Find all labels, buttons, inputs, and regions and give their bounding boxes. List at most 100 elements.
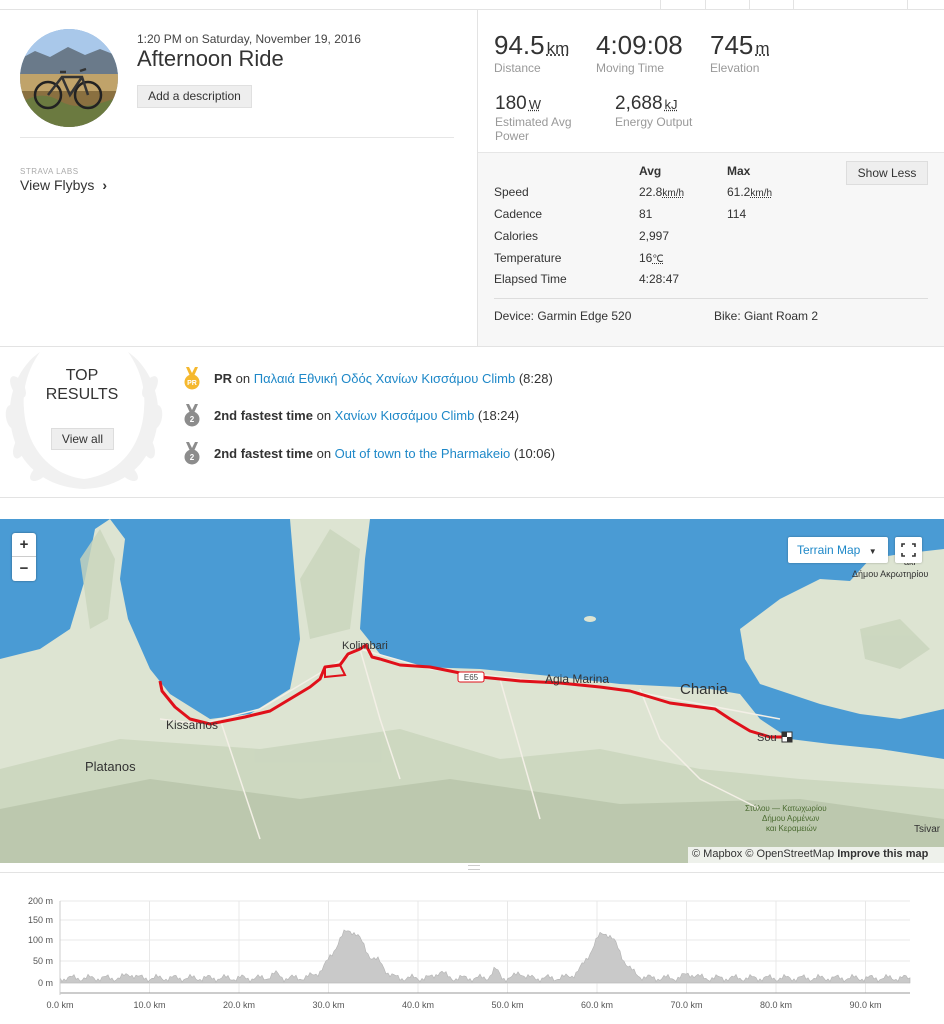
temperature-value: 16 — [639, 251, 653, 265]
result-item: PR on Παλαιά Εθνική Οδός Χανίων Κισσάμου… — [214, 371, 553, 386]
view-flybys-link[interactable]: View Flybys › — [20, 177, 107, 193]
y-tick-label: 0 m — [38, 978, 53, 988]
stat-elevation: 745 m Elevation — [710, 30, 770, 75]
place-kissamos: Kissamos — [166, 718, 218, 732]
elevation-value: 745 — [710, 30, 754, 60]
x-tick-label: 20.0 km — [223, 1000, 255, 1010]
top-results-heading: TOP RESULTS — [20, 366, 144, 404]
moving-time-label: Moving Time — [596, 61, 665, 75]
place-stylos-1: Στύλου — Κατωχωρίου — [745, 804, 827, 813]
silver-medal-icon: 2 — [184, 404, 200, 433]
avg-header: Avg — [639, 164, 662, 178]
view-flybys-label: View Flybys — [20, 177, 95, 193]
speed-avg-value: 22.8 — [639, 185, 663, 199]
energy-label: Energy Output — [615, 115, 693, 129]
cadence-max: 114 — [727, 207, 747, 221]
elapsed-avg: 4:28:47 — [639, 272, 680, 286]
temperature-unit: ℃ — [652, 254, 664, 265]
e65-label: E65 — [464, 673, 479, 682]
silver-medal-text: 2 — [190, 415, 195, 424]
y-tick-label: 150 m — [28, 915, 53, 925]
segment-link[interactable]: Out of town to the Pharmakeio — [335, 446, 511, 461]
place-akrotiri-2: Δήμου Ακρωτηρίου — [852, 569, 928, 579]
resize-handle[interactable] — [468, 865, 480, 870]
improve-map-link[interactable]: Improve this map — [837, 848, 928, 860]
elevation-area — [59, 929, 911, 984]
place-kolimbari: Kolimbari — [342, 640, 388, 652]
route-map[interactable]: E65 Kolimbari Kissamos Platanos Agia Mar… — [0, 519, 944, 863]
stat-power: 180 W Estimated Avg Power — [495, 93, 595, 143]
result-item: 2nd fastest time on Χανίων Κισσάμου Clim… — [214, 408, 519, 423]
caret-down-icon: ▼ — [868, 547, 877, 556]
elevation-unit: m — [755, 39, 770, 58]
temperature-avg: 16℃ — [639, 251, 664, 265]
segment-link[interactable]: Χανίων Κισσάμου Climb — [335, 408, 475, 423]
top-results-line1: TOP — [65, 367, 99, 384]
distance-label: Distance — [494, 61, 541, 75]
place-souda: Sou — [757, 732, 777, 744]
bike-info: Bike: Giant Roam 2 — [714, 309, 819, 323]
zoom-control: + − — [12, 533, 36, 581]
speed-avg: 22.8km/h — [639, 185, 684, 199]
activity-title: Afternoon Ride — [137, 46, 284, 71]
strava-labs-label: STRAVA LABS — [20, 167, 79, 176]
place-stylos-2: Δήμου Αρμένων — [762, 814, 819, 823]
speed-max-value: 61.2 — [727, 185, 751, 199]
speed-max-unit: km/h — [750, 188, 773, 199]
stat-distance: 94.5 km Distance — [494, 30, 569, 75]
elevation-profile[interactable]: 200 m 150 m 100 m 50 m 0 m 0.0 km 10.0 km 20.0… — [0, 885, 944, 1024]
result-on: on — [312, 446, 335, 461]
detail-label-speed: Speed — [494, 185, 529, 199]
result-item: 2nd fastest time on Out of town to the P… — [214, 446, 555, 461]
place-tsivar: Tsivar — [914, 824, 941, 835]
x-tick-label: 60.0 km — [581, 1000, 613, 1010]
stat-moving-time: 4:09:08 Moving Time — [596, 30, 683, 75]
chevron-right-icon: › — [102, 177, 107, 193]
activity-photo[interactable] — [20, 29, 118, 127]
x-tick-label: 10.0 km — [133, 1000, 165, 1010]
elevation-label: Elevation — [710, 61, 760, 75]
silver-medal-icon: 2 — [184, 442, 200, 471]
detail-label-cadence: Cadence — [494, 207, 543, 221]
add-description-button[interactable]: Add a description — [137, 85, 252, 108]
calories-avg: 2,997 — [639, 229, 670, 243]
place-platanos: Platanos — [85, 759, 136, 774]
x-tick-label: 80.0 km — [760, 1000, 792, 1010]
result-on: on — [232, 371, 254, 386]
result-bold: 2nd fastest time — [214, 408, 313, 423]
energy-unit: kJ — [664, 97, 678, 112]
zoom-out-button[interactable]: − — [12, 557, 36, 581]
x-tick-label: 30.0 km — [312, 1000, 344, 1010]
result-time: (18:24) — [474, 408, 520, 423]
x-tick-label: 50.0 km — [491, 1000, 523, 1010]
activity-datetime: 1:20 PM on Saturday, November 19, 2016 — [137, 32, 361, 46]
y-tick-label: 50 m — [33, 956, 53, 966]
attribution-text: © Mapbox © OpenStreetMap — [692, 848, 838, 860]
x-tick-label: 0.0 km — [46, 1000, 73, 1010]
map-attribution: © Mapbox © OpenStreetMap Improve this ma… — [688, 847, 944, 863]
power-unit: W — [528, 97, 541, 112]
detail-label-elapsed: Elapsed Time — [494, 272, 567, 286]
show-less-button[interactable]: Show Less — [846, 161, 928, 185]
elevation-chart[interactable]: 200 m 150 m 100 m 50 m 0 m 0.0 km 10.0 km 20.0… — [0, 885, 944, 1024]
place-agia-marina: Agia Marina — [545, 672, 609, 686]
result-bold: 2nd fastest time — [214, 446, 313, 461]
terrain-map-dropdown[interactable]: Terrain Map ▼ — [788, 537, 888, 563]
segment-link[interactable]: Παλαιά Εθνική Οδός Χανίων Κισσάμου Climb — [254, 371, 515, 386]
bike-photo-image — [20, 29, 118, 127]
fullscreen-button[interactable] — [895, 537, 922, 563]
section-divider — [0, 872, 944, 873]
speed-max: 61.2km/h — [727, 185, 772, 199]
map-canvas[interactable]: E65 Kolimbari Kissamos Platanos Agia Mar… — [0, 519, 944, 863]
section-divider — [0, 497, 944, 498]
divider — [494, 298, 928, 299]
stat-energy: 2,688 kJ Energy Output — [615, 93, 725, 129]
top-results-line2: RESULTS — [45, 386, 119, 403]
detail-label-calories: Calories — [494, 229, 539, 243]
power-value: 180 — [495, 93, 527, 114]
device-info: Device: Garmin Edge 520 — [494, 309, 632, 323]
zoom-in-button[interactable]: + — [12, 533, 36, 557]
energy-value: 2,688 — [615, 93, 663, 114]
view-all-button[interactable]: View all — [51, 428, 114, 450]
y-tick-label: 200 m — [28, 896, 53, 906]
